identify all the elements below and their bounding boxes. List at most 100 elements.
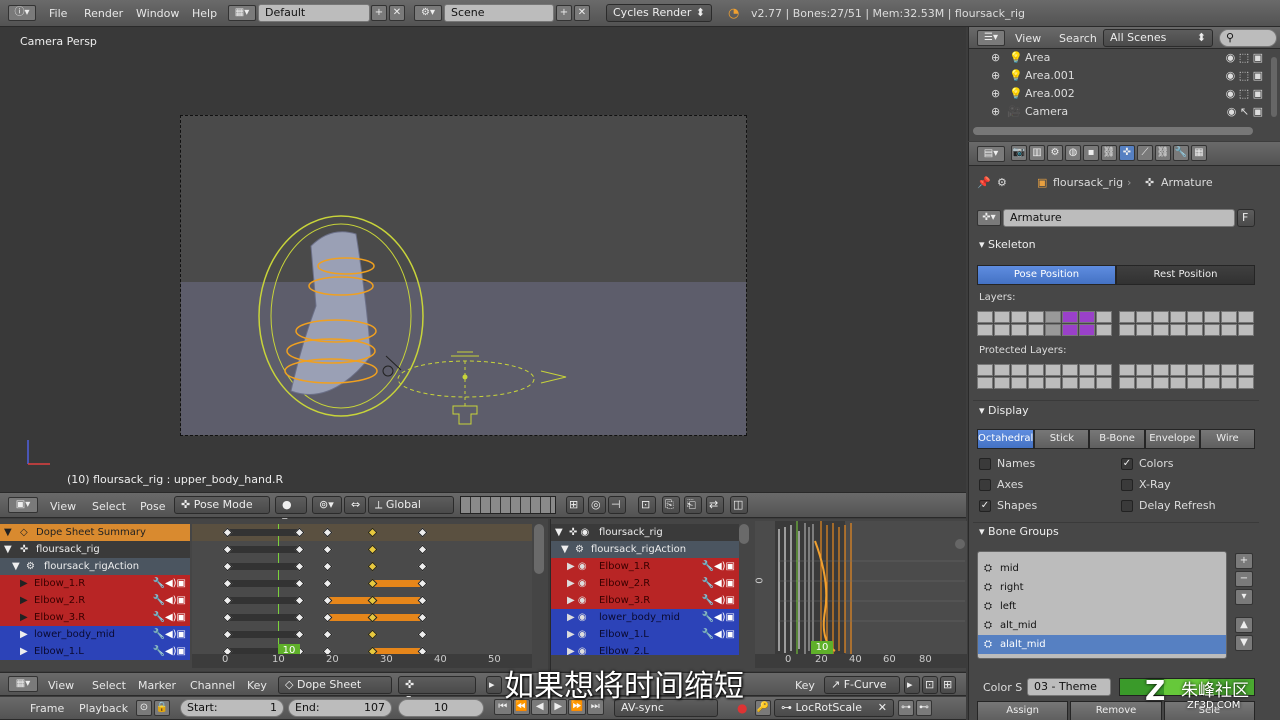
graph-bone-row[interactable]: ▶ ◉ Elbow_2.R 🔧◀)▣ — [551, 575, 739, 592]
graph-object-row[interactable]: ▼ ✜ ◉ floursack_rig — [551, 524, 739, 541]
eye-icon[interactable]: ▶ ◉ — [567, 643, 587, 655]
display-wire-button[interactable]: Wire — [1199, 429, 1256, 449]
bone-groups-list[interactable]: ⛭ mid ⛭ right ⛭ left ⛭ alt_mid ⛭ alalt_mid — [977, 551, 1227, 659]
display-panel-header[interactable]: ▾ Display — [979, 404, 1029, 417]
copy-pose-button[interactable]: ⎘ — [662, 496, 680, 514]
start-frame-field[interactable]: Start: 1 — [180, 699, 284, 717]
pivot-select[interactable]: ⊚▾ — [312, 496, 342, 514]
object-tab-icon[interactable]: ▪ — [1083, 145, 1099, 161]
graph-editor[interactable]: ▼ ✜ ◉ floursack_rig ▼ ⚙ floursack_rigAct… — [550, 519, 967, 671]
outliner-vscroll[interactable] — [1271, 57, 1277, 117]
graph-action-row[interactable]: ▼ ⚙ floursack_rigAction — [551, 541, 739, 558]
layers-grid-left[interactable] — [977, 311, 1112, 336]
channel-wrench-icon[interactable]: 🔧◀)▣ — [702, 558, 736, 575]
action-row[interactable]: ▼ ⚙ floursack_rigAction — [0, 558, 190, 575]
dopesheet-menu-channel[interactable]: Channel — [190, 679, 235, 692]
screen-layout-icon[interactable]: ▦▾ — [228, 5, 256, 21]
render-preview-button[interactable]: ◫ — [730, 496, 748, 514]
graph-bone-row[interactable]: ▶ ◉ Elbow_3.R 🔧◀)▣ — [551, 592, 739, 609]
visibility-icon[interactable]: ◉ ⬚ ▣ — [1226, 49, 1263, 67]
dopesheet-menu-key[interactable]: Key — [247, 679, 267, 692]
bone-group-item[interactable]: ⛭ alt_mid — [978, 616, 1226, 635]
dopesheet-editor-type-icon[interactable]: ▦▾ — [8, 676, 38, 692]
proportional-toggle[interactable]: ◎ — [588, 496, 606, 514]
layers-grid-right[interactable] — [1119, 311, 1254, 336]
graph-zoom-handle[interactable] — [955, 539, 965, 549]
visibility-icon[interactable]: ◉ ↖ ▣ — [1227, 103, 1263, 121]
xray-checkbox[interactable]: X-Ray — [1121, 478, 1171, 491]
bone-channel-row[interactable]: ▶ Elbow_1.R 🔧◀)▣ — [0, 575, 190, 592]
eye-icon[interactable]: ▶ ◉ — [567, 558, 587, 575]
texture-tab-icon[interactable]: ▦ — [1191, 145, 1207, 161]
dopesheet-editor[interactable]: ▼ ◇ Dope Sheet Summary ▼ ✜ floursack_rig… — [0, 519, 548, 671]
dopesheet-frame-ruler[interactable]: 0 10 20 30 40 50 — [192, 654, 532, 668]
graph-frame-ruler[interactable]: 0 20 40 60 80 — [755, 654, 967, 668]
graph-bone-row[interactable]: ▶ ◉ Elbow_1.R 🔧◀)▣ — [551, 558, 739, 575]
bone-group-item[interactable]: ⛭ right — [978, 578, 1226, 597]
scene-icon[interactable]: ⚙▾ — [414, 5, 442, 21]
remove-bone-group-icon[interactable]: − — [1235, 571, 1253, 587]
menu-file[interactable]: File — [49, 7, 67, 20]
colors-checkbox[interactable]: ✓ Colors — [1121, 457, 1173, 470]
paste-pose-button[interactable]: ⎗ — [684, 496, 702, 514]
names-checkbox[interactable]: Names — [979, 457, 1035, 470]
datablock-name-field[interactable]: Armature — [1003, 209, 1235, 227]
channel-wrench-icon[interactable]: 🔧◀)▣ — [153, 575, 187, 592]
assign-button[interactable]: Assign — [977, 701, 1069, 720]
remove-screen-button[interactable]: ✕ — [389, 5, 405, 21]
checkbox-box[interactable] — [1121, 500, 1133, 512]
graph-bone-row[interactable]: ▶ ◉ Elbow_2.L — [551, 643, 739, 655]
display-stick-button[interactable]: Stick — [1034, 429, 1090, 449]
graph-bone-row[interactable]: ▶ ◉ Elbow_1.L 🔧◀)▣ — [551, 626, 739, 643]
properties-editor[interactable]: ▤▾ 📷 ▥ ⚙ ◍ ▪ ⛓ ✜ ⟋ ⛓ 🔧 ▦ 📌 ⚙ ▣ floursack… — [968, 142, 1280, 720]
lock-icon[interactable]: 🔒 — [154, 700, 170, 716]
end-frame-field[interactable]: End: 107 — [288, 699, 392, 717]
channel-wrench-icon[interactable]: 🔧◀)▣ — [153, 609, 187, 626]
graph-menu-key[interactable]: Key — [795, 679, 815, 692]
eye-icon[interactable]: ▶ ◉ — [567, 575, 587, 592]
outliner[interactable]: ☰▾ View Search All Scenes ⬍ ⚲ ⊕ 💡 Area ◉ ⬚ ▣… — [968, 27, 1280, 141]
render-engine-select[interactable]: Cycles Render ⬍ — [606, 4, 712, 22]
outliner-item[interactable]: ⊕ 💡 Area ◉ ⬚ ▣ — [969, 49, 1269, 67]
keying-set-icon[interactable]: 🔑 — [755, 700, 771, 716]
outliner-search-field[interactable]: ⚲ — [1219, 29, 1277, 47]
add-bone-group-icon[interactable]: + — [1235, 553, 1253, 569]
graph-curve-area[interactable]: 0 10 — [755, 521, 967, 657]
eye-icon[interactable]: ▶ ◉ — [567, 609, 587, 626]
manipulator-toggle[interactable]: ⇔ — [344, 496, 366, 514]
menu-window[interactable]: Window — [136, 7, 179, 20]
editor-type-icon[interactable]: ▣▾ — [8, 497, 38, 513]
outliner-editor-icon[interactable]: ☰▾ — [977, 30, 1005, 46]
dopesheet-menu-select[interactable]: Select — [92, 679, 126, 692]
move-down-icon[interactable]: ▼ — [1235, 635, 1253, 651]
object-row[interactable]: ▼ ✜ floursack_rig — [0, 541, 190, 558]
display-octahedral-button[interactable]: Octahedral — [977, 429, 1035, 449]
orientation-select[interactable]: ⟂ Global — [368, 496, 454, 514]
render-layers-tab-icon[interactable]: ▥ — [1029, 145, 1045, 161]
bone-group-item[interactable]: ⛭ mid — [978, 559, 1226, 578]
menu-help[interactable]: Help — [192, 7, 217, 20]
outliner-menu-search[interactable]: Search — [1059, 32, 1097, 45]
color-set-select[interactable]: 03 - Theme ... — [1027, 678, 1111, 709]
channel-wrench-icon[interactable]: 🔧◀)▣ — [702, 626, 736, 643]
visibility-icon[interactable]: ◉ ⬚ ▣ — [1226, 85, 1263, 103]
display-type-toggle[interactable]: Octahedral Stick B-Bone Envelope Wire — [977, 429, 1256, 449]
viewport-menu-pose[interactable]: Pose — [140, 500, 165, 513]
bone-group-item[interactable]: ⛭ left — [978, 597, 1226, 616]
checkbox-box[interactable] — [979, 479, 991, 491]
info-editor-icon[interactable]: ⓘ▾ — [8, 5, 36, 21]
specials-menu-icon[interactable]: ▾ — [1235, 589, 1253, 605]
skeleton-panel-header[interactable]: ▾ Skeleton — [979, 238, 1036, 251]
move-up-icon[interactable]: ▲ — [1235, 617, 1253, 633]
bone-channel-row[interactable]: ▶ Elbow_1.L 🔧◀)▣ — [0, 643, 190, 660]
world-tab-icon[interactable]: ◍ — [1065, 145, 1081, 161]
protected-grid-left[interactable] — [977, 364, 1112, 389]
checkbox-box[interactable] — [979, 458, 991, 470]
checkbox-box[interactable]: ✓ — [979, 500, 991, 512]
modifiers-tab-icon[interactable]: 🔧 — [1173, 145, 1189, 161]
outliner-scrollbar[interactable] — [973, 127, 1253, 135]
channel-wrench-icon[interactable]: 🔧◀)▣ — [153, 643, 187, 660]
summary-toggle[interactable]: ✜ Summary — [398, 676, 476, 707]
checkbox-box[interactable]: ✓ — [1121, 458, 1133, 470]
position-toggle[interactable]: Pose Position Rest Position — [977, 265, 1255, 285]
